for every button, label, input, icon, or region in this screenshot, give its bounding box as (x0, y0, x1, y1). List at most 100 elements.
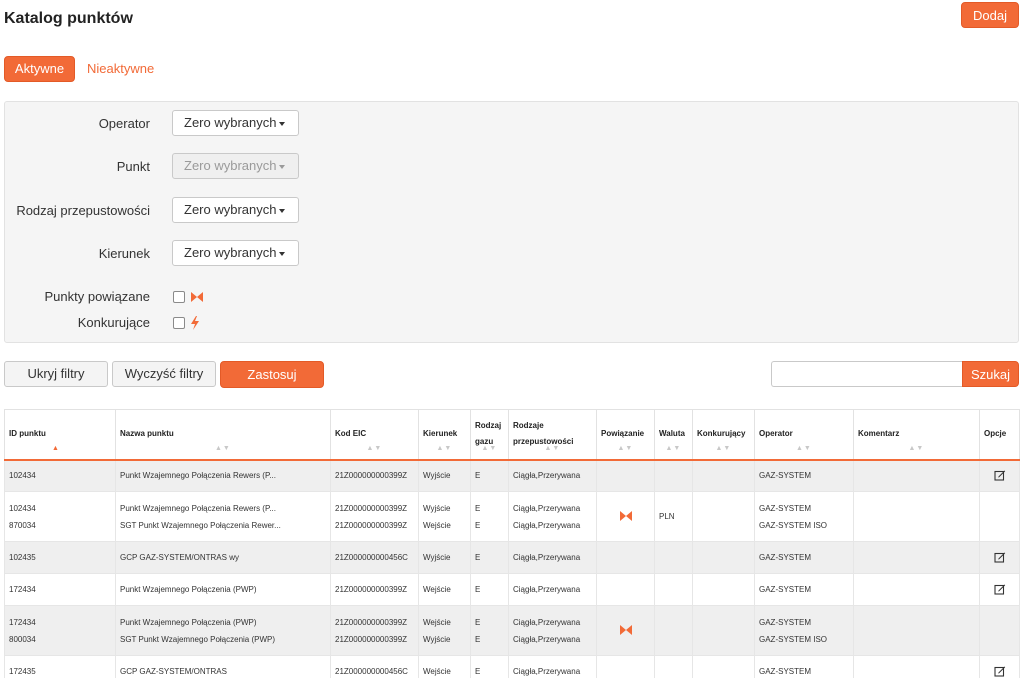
competing-checkbox[interactable] (173, 317, 185, 329)
operator-cell: GAZ-SYSTEM (754, 655, 854, 678)
sort-icon: ▲▼ (715, 444, 732, 452)
direction-cell: Wyjście Wejście (418, 491, 471, 542)
options-cell (979, 541, 1020, 574)
capacity-type-label: Rodzaj przepustowości (16, 203, 150, 218)
operator-cell: GAZ-SYSTEM (754, 573, 854, 606)
cell-line: GAZ-SYSTEM (759, 585, 812, 594)
point-id-cell: 102435 (4, 541, 116, 574)
capacity-types-cell: Ciągła,Przerywana (508, 541, 597, 574)
point-name-cell: Punkt Wzajemnego Połączenia (PWP) (115, 573, 331, 606)
sort-icon: ▲▼ (436, 444, 453, 452)
column-header-link[interactable]: Powiązanie ▲▼ (596, 409, 655, 461)
table-row[interactable]: 172434 800034 Punkt Wzajemnego Połączenia … (4, 605, 1020, 656)
cell-line: 102434 (9, 503, 36, 513)
cell-line: E (475, 503, 481, 513)
column-header-direction[interactable]: Kierunek ▲▼ (418, 409, 471, 461)
tab-active[interactable]: Aktywne (4, 56, 75, 82)
table-row[interactable]: 102434 870034 Punkt Wzajemnego Połączenia … (4, 491, 1020, 542)
eic-code-cell: 21Z000000000399Z (330, 573, 419, 606)
cell-line: 21Z000000000399Z (335, 585, 408, 594)
column-header-name[interactable]: Nazwa punktu ▲▼ (115, 409, 331, 461)
clear-filters-button[interactable]: Wyczyść filtry (112, 361, 216, 387)
cell-line: 21Z000000000456C (335, 553, 408, 562)
gas-type-cell: E (470, 655, 509, 678)
cell-line: E (475, 667, 481, 676)
column-header-capacity-types[interactable]: Rodzaje przepustowości ▲▼ (508, 409, 597, 461)
cell-line: SGT Punkt Wzajemnego Połączenia Rewer... (120, 520, 281, 530)
search-button[interactable]: Szukaj (962, 361, 1019, 387)
apply-button[interactable]: Zastosuj (220, 361, 324, 388)
sort-icon: ▲▼ (665, 444, 682, 452)
cell-line: Ciągła,Przerywana (513, 553, 581, 562)
search-input[interactable] (771, 361, 962, 387)
edit-icon[interactable] (993, 469, 1006, 483)
currency-cell (654, 655, 693, 678)
options-cell (979, 655, 1020, 678)
competing-cell (692, 605, 755, 656)
column-header-id[interactable]: ID punktu ▲ (4, 409, 116, 461)
table-row[interactable]: 102435 GCP GAZ-SYSTEM/ONTRAS wy 21Z0000000… (4, 541, 1020, 574)
table-row[interactable]: 102434 Punkt Wzajemnego Połączenia Rewers… (4, 459, 1020, 492)
caret-down-icon (279, 208, 286, 213)
operator-cell: GAZ-SYSTEM GAZ-SYSTEM ISO (754, 605, 854, 656)
column-header-options: Opcje (979, 409, 1020, 461)
currency-cell (654, 459, 693, 492)
eic-code-cell: 21Z000000000399Z (330, 459, 419, 492)
linked-points-checkbox[interactable] (173, 291, 185, 303)
column-header-label: Operator (759, 429, 793, 439)
hide-filters-button[interactable]: Ukryj filtry (4, 361, 108, 387)
operator-label: Operator (98, 116, 150, 131)
options-cell (979, 459, 1020, 492)
column-header-gas-type[interactable]: Rodzaj gazu ▲▼ (470, 409, 509, 461)
direction-cell: Wejście Wyjście (418, 605, 471, 656)
column-header-label: Kierunek (423, 429, 458, 439)
cell-line: E (475, 617, 481, 627)
comment-cell (853, 655, 980, 678)
cell-line: Wyjście (423, 634, 451, 644)
point-dropdown-value: Zero wybranych (184, 158, 277, 173)
capacity-types-cell: Ciągła,Przerywana Ciągła,Przerywana (508, 605, 597, 656)
gas-type-cell: E (470, 573, 509, 606)
column-header-currency[interactable]: Waluta ▲▼ (654, 409, 693, 461)
competing-cell (692, 541, 755, 574)
comment-cell (853, 459, 980, 492)
point-label: Punkt (116, 159, 150, 174)
cell-line: GAZ-SYSTEM (759, 553, 812, 562)
cell-line: GCP GAZ-SYSTEM/ONTRAS wy (120, 553, 239, 562)
sort-icon: ▲▼ (366, 444, 383, 452)
table-row[interactable]: 172435 GCP GAZ-SYSTEM/ONTRAS 21Z0000000004… (4, 655, 1020, 678)
page-title: Katalog punktów (4, 10, 133, 27)
direction-dropdown[interactable]: Zero wybranych (172, 240, 299, 266)
capacity-type-dropdown[interactable]: Zero wybranych (172, 197, 299, 223)
sort-icon: ▲▼ (544, 444, 561, 452)
column-header-label: Opcje (984, 429, 1007, 439)
filter-panel: Operator Zero wybranych Punkt Zero wybra… (4, 101, 1019, 343)
cell-line: Wejście (423, 585, 451, 594)
cell-line: Wejście (423, 617, 451, 627)
column-header-competing[interactable]: Konkurujący ▲▼ (692, 409, 755, 461)
column-header-operator[interactable]: Operator ▲▼ (754, 409, 854, 461)
operator-cell: GAZ-SYSTEM GAZ-SYSTEM ISO (754, 491, 854, 542)
column-header-label: Konkurujący (697, 429, 746, 439)
cell-line: E (475, 585, 481, 594)
edit-icon[interactable] (993, 551, 1006, 565)
column-header-comment[interactable]: Komentarz ▲▼ (853, 409, 980, 461)
cell-line: 172434 (9, 585, 36, 594)
linked-points-label: Punkty powiązane (44, 289, 150, 304)
edit-icon[interactable] (993, 583, 1006, 597)
add-button[interactable]: Dodaj (961, 2, 1019, 28)
edit-icon[interactable] (993, 665, 1006, 678)
cell-line: Ciągła,Przerywana (513, 585, 581, 594)
cell-line: 172435 (9, 667, 36, 676)
tab-inactive[interactable]: Nieaktywne (87, 56, 154, 82)
cell-line: 870034 (9, 520, 36, 530)
comment-cell (853, 573, 980, 606)
cell-line: 21Z000000000399Z (335, 503, 408, 513)
gas-type-cell: EE (470, 605, 509, 656)
table-row[interactable]: 172434 Punkt Wzajemnego Połączenia (PWP) 2… (4, 573, 1020, 606)
operator-dropdown[interactable]: Zero wybranych (172, 110, 299, 136)
cell-line: 102434 (9, 471, 36, 481)
column-header-eic[interactable]: Kod EIC ▲▼ (330, 409, 419, 461)
competing-cell (692, 459, 755, 492)
caret-down-icon (279, 121, 286, 126)
